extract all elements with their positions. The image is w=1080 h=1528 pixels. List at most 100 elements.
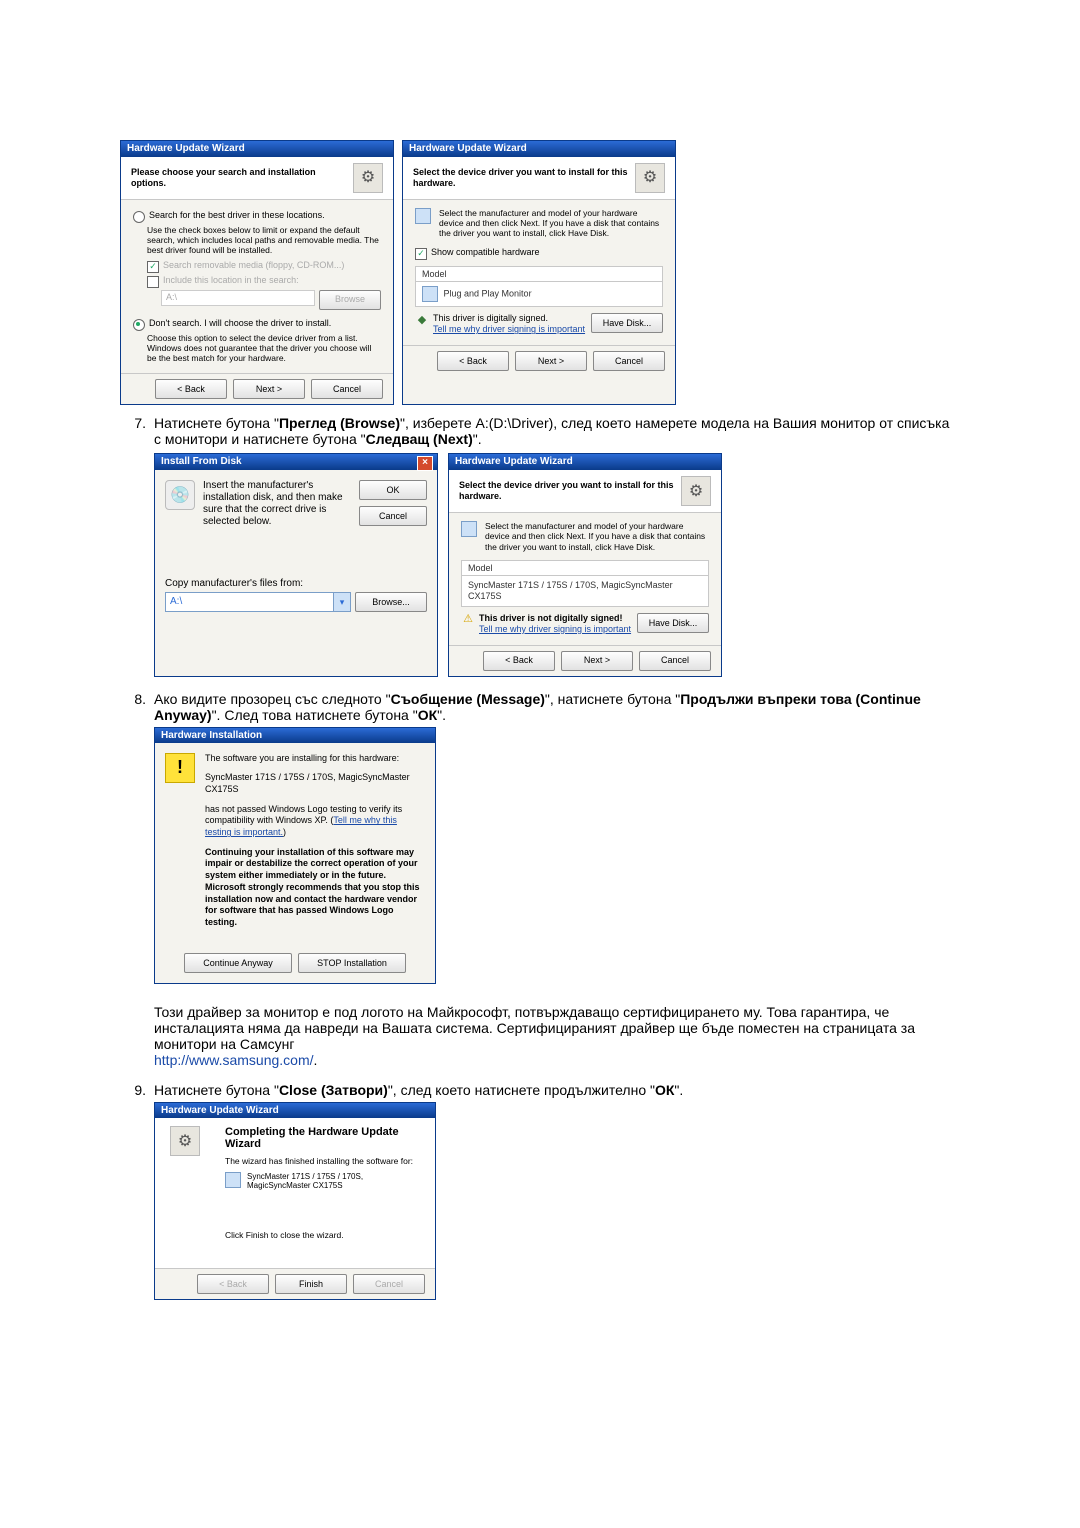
top-panels-row: Hardware Update Wizard Please choose you… [120, 140, 960, 405]
browse-button-disabled: Browse [319, 290, 381, 310]
step-7: 7. Натиснете бутона "Преглед (Browse)", … [120, 415, 960, 677]
signing-info-link[interactable]: Tell me why driver signing is important [433, 324, 585, 334]
finish-button[interactable]: Finish [275, 1274, 347, 1294]
model-header: Model [416, 267, 662, 283]
complete-line: The wizard has finished installing the s… [225, 1156, 425, 1166]
step9-text: Натиснете бутона "Close (Затвори)", след… [154, 1082, 683, 1098]
hardware-globe-icon: ⚙ [353, 163, 383, 193]
dialog-title-bar: Install From Disk × [155, 454, 437, 470]
wizard-select-driver-panel: Hardware Update Wizard Select the device… [402, 140, 676, 405]
have-disk-button[interactable]: Have Disk... [637, 613, 709, 633]
back-button[interactable]: < Back [155, 379, 227, 399]
step-number: 7. [120, 415, 154, 677]
browse-button[interactable]: Browse... [355, 592, 427, 612]
hardware-globe-icon: ⚙ [635, 163, 665, 193]
monitor-icon [415, 208, 431, 224]
dialog-title-bar: Hardware Installation [155, 728, 435, 743]
wizard-title-bar: Hardware Update Wizard [403, 141, 675, 157]
next-button[interactable]: Next > [233, 379, 305, 399]
model-item-label: Plug and Play Monitor [444, 289, 532, 299]
step-9: 9. Натиснете бутона "Close (Затвори)", с… [120, 1082, 960, 1300]
post-step8-paragraph: Този драйвер за монитор е под логото на … [154, 1004, 960, 1052]
radio-search-label: Search for the best driver in these loca… [149, 210, 325, 221]
wizard-title-bar: Hardware Update Wizard [155, 1103, 435, 1118]
complete-header: Completing the Hardware Update Wizard [225, 1126, 425, 1150]
wizard-title-bar: Hardware Update Wizard [449, 454, 721, 470]
model-item[interactable]: SyncMaster 171S / 175S / 170S, MagicSync… [462, 576, 708, 606]
chk-media-label: Search removable media (floppy, CD-ROM..… [163, 260, 344, 271]
warning-icon: ! [165, 753, 195, 783]
chevron-down-icon[interactable]: ▾ [333, 593, 350, 611]
model-item[interactable]: Plug and Play Monitor [416, 282, 662, 306]
ok-button[interactable]: OK [359, 480, 427, 500]
step-number: 9. [120, 1082, 154, 1300]
samsung-link[interactable]: http://www.samsung.com/ [154, 1052, 314, 1068]
location-path-input: A:\ [161, 290, 315, 306]
wizard-header-strip: Please choose your search and installati… [121, 157, 393, 200]
install-disk-message: Insert the manufacturer's installation d… [203, 480, 351, 528]
cancel-button[interactable]: Cancel [639, 651, 711, 671]
chk-show-compatible[interactable]: Show compatible hardware [415, 247, 663, 260]
monitor-icon [422, 286, 438, 302]
close-icon[interactable]: × [417, 456, 433, 471]
back-button[interactable]: < Back [483, 651, 555, 671]
hi-line3: has not passed Windows Logo testing to v… [205, 804, 425, 839]
model-listbox[interactable]: Model SyncMaster 171S / 175S / 170S, Mag… [461, 560, 709, 607]
cancel-button[interactable]: Cancel [311, 379, 383, 399]
cancel-button[interactable]: Cancel [359, 506, 427, 526]
hardware-globe-icon: ⚙ [170, 1126, 200, 1156]
wizard-search-options-panel: Hardware Update Wizard Please choose you… [120, 140, 394, 405]
complete-model: SyncMaster 171S / 175S / 170S, MagicSync… [247, 1172, 425, 1190]
signed-text: This driver is digitally signed. [433, 313, 587, 324]
dont-search-help: Choose this option to select the device … [147, 333, 381, 364]
drive-value: A:\ [170, 596, 182, 608]
dialog-title: Install From Disk [161, 456, 242, 467]
disk-icon: 💿 [165, 480, 195, 510]
radio-dont-label: Don't search. I will choose the driver t… [149, 318, 331, 329]
hi-line2: SyncMaster 171S / 175S / 170S, MagicSync… [205, 772, 425, 795]
not-signed-text: This driver is not digitally signed! [479, 613, 623, 623]
monitor-icon [225, 1172, 241, 1188]
wizard-title-bar: Hardware Update Wizard [121, 141, 393, 157]
select-driver-info: Select the manufacturer and model of you… [485, 521, 709, 552]
hardware-installation-dialog: Hardware Installation ! The software you… [154, 727, 436, 984]
wizard-header-strip: Select the device driver you want to ins… [403, 157, 675, 200]
radio-search-locations[interactable]: Search for the best driver in these loca… [133, 210, 381, 223]
wizard-complete-dialog: Hardware Update Wizard ⚙ Completing the … [154, 1102, 436, 1300]
wizard-header-text: Select the device driver you want to ins… [459, 480, 681, 502]
install-from-disk-dialog: Install From Disk × 💿 Insert the manufac… [154, 453, 438, 677]
checkbox-icon [415, 248, 427, 260]
radio-dont-search[interactable]: Don't search. I will choose the driver t… [133, 318, 381, 331]
warning-icon: ⚠ [461, 613, 475, 627]
cancel-button[interactable]: Cancel [593, 351, 665, 371]
step7-text: Натиснете бутона "Преглед (Browse)", изб… [154, 415, 949, 447]
wizard-header-text: Select the device driver you want to ins… [413, 167, 635, 189]
model-header: Model [462, 561, 708, 577]
shield-icon: ◆ [415, 313, 429, 327]
back-button[interactable]: < Back [437, 351, 509, 371]
continue-anyway-button[interactable]: Continue Anyway [184, 953, 292, 973]
next-button[interactable]: Next > [561, 651, 633, 671]
signing-info-link[interactable]: Tell me why driver signing is important [479, 624, 631, 634]
checkbox-icon [147, 261, 159, 273]
hardware-globe-icon: ⚙ [681, 476, 711, 506]
step-number: 8. [120, 691, 154, 1068]
search-help-text: Use the check boxes below to limit or ex… [147, 225, 381, 256]
radio-icon [133, 319, 145, 331]
drive-combobox[interactable]: A:\ ▾ [165, 592, 351, 612]
wizard-header-strip: Select the device driver you want to ins… [449, 470, 721, 513]
cancel-button-disabled: Cancel [353, 1274, 425, 1294]
wizard-header-text: Please choose your search and installati… [131, 167, 353, 189]
radio-icon [133, 211, 145, 223]
model-listbox[interactable]: Model Plug and Play Monitor [415, 266, 663, 308]
next-button[interactable]: Next > [515, 351, 587, 371]
hi-line4: Continuing your installation of this sof… [205, 847, 425, 929]
have-disk-button[interactable]: Have Disk... [591, 313, 663, 333]
back-button-disabled: < Back [197, 1274, 269, 1294]
step-8: 8. Ако видите прозорец със следното "Съо… [120, 691, 960, 1068]
click-finish-line: Click Finish to close the wizard. [225, 1230, 425, 1240]
chk-include-location[interactable]: Include this location in the search: [147, 275, 381, 288]
chk-removable-media[interactable]: Search removable media (floppy, CD-ROM..… [147, 260, 381, 273]
stop-installation-button[interactable]: STOP Installation [298, 953, 406, 973]
show-compat-label: Show compatible hardware [431, 247, 540, 258]
